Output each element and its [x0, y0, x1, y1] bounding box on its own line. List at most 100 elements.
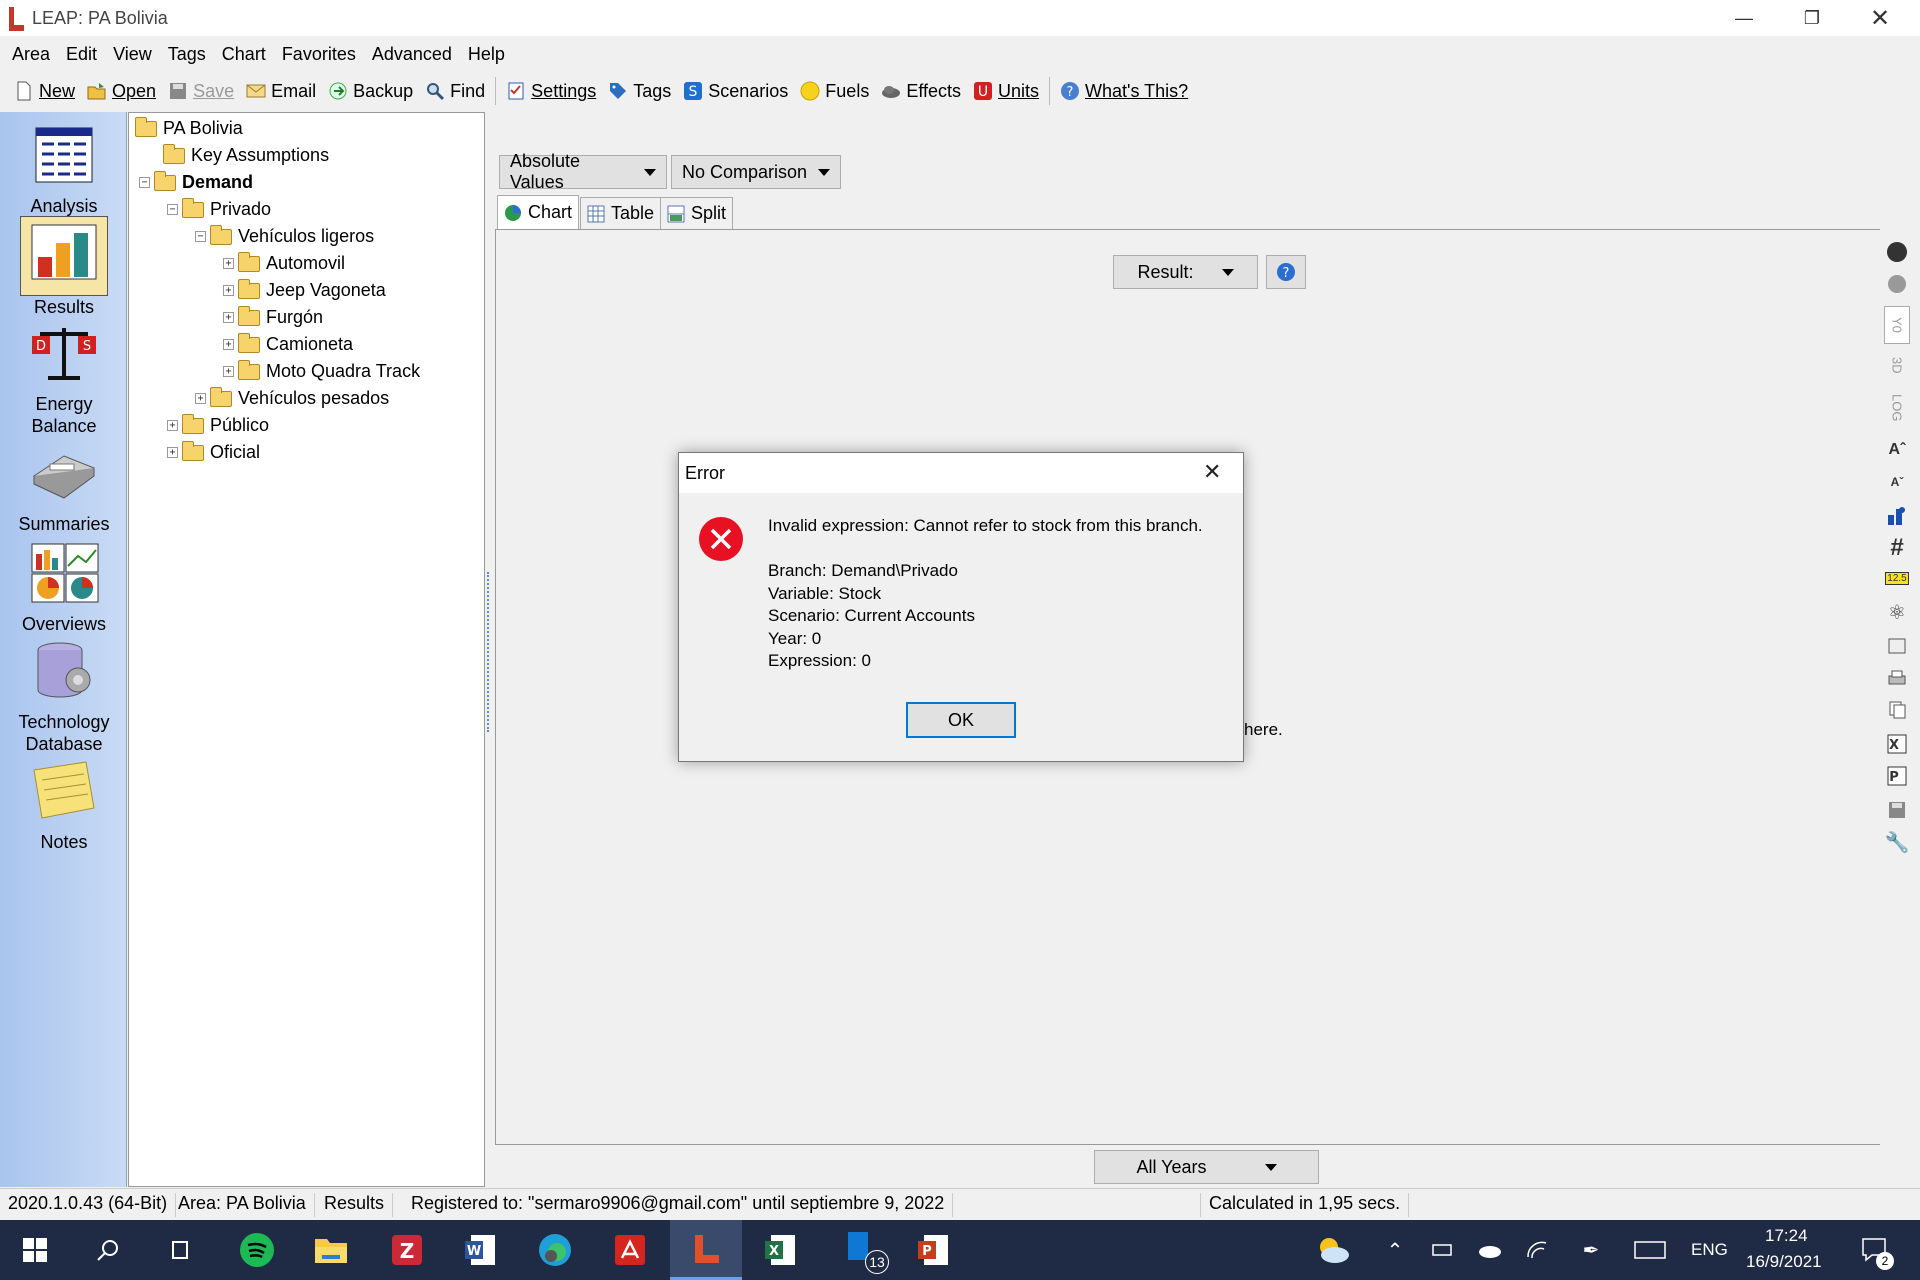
device-tray-icon[interactable] — [1418, 1228, 1468, 1272]
leap-taskbar[interactable] — [670, 1220, 742, 1280]
years-dropdown[interactable]: All Years — [1094, 1150, 1319, 1184]
tree-node-jeep-vagoneta[interactable]: + Jeep Vagoneta — [223, 277, 386, 304]
collapse-icon[interactable]: − — [167, 204, 178, 215]
tree-node-privado[interactable]: − Privado — [167, 196, 271, 223]
nav-analysis[interactable]: Analysis — [4, 124, 124, 217]
gridlines-button[interactable]: # — [1884, 534, 1910, 561]
show-hidden-icons-button[interactable]: ⌃ — [1370, 1228, 1420, 1272]
tree-node-key-assumptions[interactable]: Key Assumptions — [163, 142, 329, 169]
backup-button[interactable]: Backup — [322, 74, 419, 108]
nav-summaries[interactable]: Summaries — [4, 442, 124, 535]
dialog-close-button[interactable]: ✕ — [1203, 459, 1221, 485]
tab-split[interactable]: Split — [660, 197, 734, 229]
font-smaller-button[interactable]: Aˇ — [1884, 470, 1910, 494]
restore-button[interactable]: ❐ — [1778, 0, 1846, 36]
task-view-button[interactable] — [155, 1228, 205, 1272]
ok-button[interactable]: OK — [906, 702, 1016, 738]
chart-type-pie-button[interactable] — [1884, 240, 1910, 264]
nav-results[interactable] — [20, 216, 108, 296]
search-taskbar-button[interactable] — [83, 1228, 133, 1272]
language-indicator[interactable]: ENG — [1691, 1240, 1728, 1260]
expand-icon[interactable]: + — [223, 312, 234, 323]
tree-node-moto-quadra-track[interactable]: + Moto Quadra Track — [223, 358, 420, 385]
save-chart-button[interactable] — [1884, 798, 1910, 822]
tree-node-root[interactable]: PA Bolivia — [135, 115, 243, 142]
result-help-button[interactable]: ? — [1266, 255, 1306, 289]
tree-node-vehiculos-pesados[interactable]: + Vehículos pesados — [195, 385, 389, 412]
spotify-taskbar[interactable] — [232, 1228, 282, 1272]
comparison-dropdown[interactable]: No Comparison — [671, 155, 841, 189]
expand-icon[interactable]: + — [223, 339, 234, 350]
tree-node-demand[interactable]: − Demand — [139, 169, 253, 196]
tree-node-oficial[interactable]: + Oficial — [167, 439, 260, 466]
expand-icon[interactable]: + — [195, 393, 206, 404]
menu-advanced[interactable]: Advanced — [364, 44, 460, 65]
chart-options-button[interactable]: 🔧 — [1884, 830, 1910, 854]
data-labels-button[interactable]: 12.5 — [1884, 566, 1910, 590]
clock-date[interactable]: 16/9/2021 — [1746, 1252, 1822, 1272]
file-explorer-taskbar[interactable] — [306, 1228, 356, 1272]
keyboard-tray-icon[interactable] — [1625, 1228, 1675, 1272]
menu-view[interactable]: View — [105, 44, 160, 65]
values-dropdown[interactable]: Absolute Values — [499, 151, 667, 192]
export-powerpoint-button[interactable]: P — [1884, 764, 1910, 788]
tab-chart[interactable]: Chart — [497, 195, 580, 229]
log-scale-toggle[interactable]: LOG — [1884, 388, 1910, 428]
tab-table[interactable]: Table — [580, 197, 662, 229]
fuels-button[interactable]: Fuels — [794, 74, 875, 108]
tree-node-automovil[interactable]: + Automovil — [223, 250, 345, 277]
settings-button[interactable]: Settings — [500, 74, 602, 108]
stacked-chart-button[interactable] — [1884, 504, 1910, 528]
expand-icon[interactable]: + — [223, 285, 234, 296]
nav-overviews[interactable]: Overviews — [4, 542, 124, 635]
menu-chart[interactable]: Chart — [214, 44, 274, 65]
zero-axis-toggle[interactable]: Y0 — [1884, 306, 1910, 344]
outlook-taskbar[interactable]: 13 — [835, 1228, 889, 1274]
pen-tray-icon[interactable]: ✒ — [1566, 1228, 1616, 1272]
menu-tags[interactable]: Tags — [160, 44, 214, 65]
edge-taskbar[interactable] — [530, 1228, 580, 1272]
save-button[interactable]: Save — [162, 74, 240, 108]
copy-button[interactable] — [1884, 698, 1910, 722]
close-window-button[interactable]: ✕ — [1846, 0, 1914, 36]
email-button[interactable]: Email — [240, 74, 322, 108]
excel-taskbar[interactable]: X — [755, 1228, 805, 1272]
find-button[interactable]: Find — [419, 74, 491, 108]
scenarios-button[interactable]: S Scenarios — [677, 74, 794, 108]
tags-button[interactable]: Tags — [602, 74, 677, 108]
start-button[interactable] — [10, 1228, 60, 1272]
3d-toggle[interactable]: 3D — [1884, 348, 1910, 382]
tree-node-publico[interactable]: + Público — [167, 412, 269, 439]
expand-icon[interactable]: + — [223, 366, 234, 377]
zotero-taskbar[interactable]: Z — [382, 1228, 432, 1272]
whats-this-button[interactable]: ? What's This? — [1054, 74, 1194, 108]
weather-widget[interactable] — [1308, 1228, 1358, 1272]
splitter-handle[interactable] — [485, 112, 495, 1187]
tree-node-furgon[interactable]: + Furgón — [223, 304, 323, 331]
expand-icon[interactable]: + — [223, 258, 234, 269]
nav-notes[interactable]: Notes — [4, 760, 124, 853]
new-button[interactable]: New — [8, 74, 81, 108]
export-excel-button[interactable]: X — [1884, 732, 1910, 756]
menu-area[interactable]: Area — [4, 44, 58, 65]
acrobat-taskbar[interactable] — [605, 1228, 655, 1272]
expand-icon[interactable]: + — [167, 420, 178, 431]
powerpoint-taskbar[interactable]: P — [908, 1228, 958, 1272]
word-taskbar[interactable]: W — [455, 1228, 505, 1272]
result-dropdown[interactable]: Result: — [1113, 255, 1258, 289]
font-larger-button[interactable]: Aˆ — [1884, 438, 1910, 462]
units-button[interactable]: U Units — [967, 74, 1045, 108]
copy-chart-button[interactable] — [1884, 634, 1910, 658]
menu-edit[interactable]: Edit — [58, 44, 105, 65]
nav-technology-database[interactable]: Technology Database — [4, 640, 124, 755]
collapse-icon[interactable]: − — [139, 177, 150, 188]
effects-button[interactable]: Effects — [875, 74, 967, 108]
clock-time[interactable]: 17:24 — [1765, 1226, 1808, 1246]
menu-help[interactable]: Help — [460, 44, 513, 65]
action-center-button[interactable]: 2 — [1850, 1228, 1900, 1272]
nav-energy-balance[interactable]: DS Energy Balance — [4, 322, 124, 437]
wifi-tray-icon[interactable] — [1512, 1228, 1562, 1272]
collapse-icon[interactable]: − — [195, 231, 206, 242]
legend-button[interactable]: ⚛ — [1884, 600, 1910, 624]
chart-style-button[interactable] — [1884, 272, 1910, 296]
